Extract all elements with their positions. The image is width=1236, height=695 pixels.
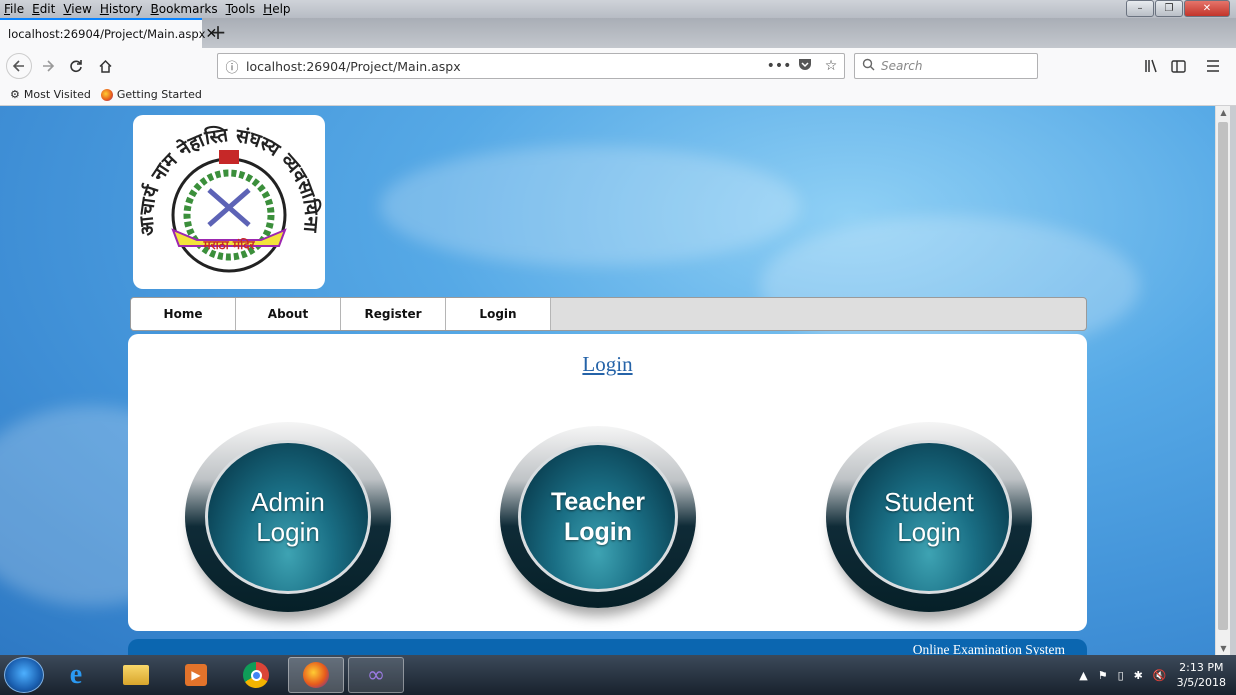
teacher-login-button[interactable]: Teacher Login <box>500 426 710 636</box>
student-login-button[interactable]: Student Login <box>826 422 1036 632</box>
library-icon[interactable] <box>1140 54 1164 78</box>
new-tab-button[interactable]: + <box>208 20 228 44</box>
site-logo[interactable]: आचार्य नाम नेहास्ति संघस्य व्यवसायिनाम् … <box>126 106 325 289</box>
background-cloud <box>380 146 800 266</box>
back-arrow-icon[interactable] <box>6 53 32 79</box>
orb-label-line2: Login <box>563 518 633 546</box>
menu-help[interactable]: Help <box>259 2 294 16</box>
action-center-flag-icon[interactable]: ⚑ <box>1098 669 1108 682</box>
firefox-taskbar-icon[interactable] <box>288 657 344 693</box>
bookmark-star-icon[interactable]: ☆ <box>818 58 844 74</box>
scrollbar-thumb[interactable] <box>1218 122 1228 630</box>
volume-muted-icon[interactable]: 🔇 <box>1153 669 1167 682</box>
logo-emblem-text: मराठा मंदिर <box>202 238 255 252</box>
menu-tools[interactable]: Tools <box>222 2 260 16</box>
pocket-icon[interactable] <box>792 58 818 75</box>
search-placeholder: Search <box>881 59 923 73</box>
menu-file[interactable]: File <box>0 2 28 16</box>
battery-icon[interactable]: ▯ <box>1118 669 1124 682</box>
orb-label-line1: Admin <box>251 487 325 517</box>
login-panel: Login Admin Login Teacher Login Student … <box>128 334 1087 631</box>
bookmarks-toolbar: ⚙ Most Visited Getting Started <box>0 84 1236 106</box>
tab-title: localhost:26904/Project/Main.aspx <box>8 27 206 41</box>
nav-login[interactable]: Login <box>446 298 551 330</box>
orb-label-line1: Student <box>884 487 974 517</box>
chrome-icon[interactable] <box>228 657 284 693</box>
clock-date: 3/5/2018 <box>1176 676 1226 689</box>
browser-tab[interactable]: localhost:26904/Project/Main.aspx ✕ <box>0 18 217 48</box>
orb-label-line2: Login <box>256 517 320 547</box>
address-bar[interactable]: ⓘ localhost:26904/Project/Main.aspx ••• … <box>217 53 845 79</box>
nav-bar: ⓘ localhost:26904/Project/Main.aspx ••• … <box>0 48 1236 84</box>
file-explorer-icon[interactable] <box>108 657 164 693</box>
firefox-icon <box>100 88 113 101</box>
clock-time: 2:13 PM <box>1179 661 1224 674</box>
page-actions-icon[interactable]: ••• <box>766 58 792 74</box>
orb-label-line2: Login <box>897 517 961 547</box>
reload-icon[interactable] <box>64 54 88 78</box>
sidebar-icon[interactable] <box>1166 54 1190 78</box>
gear-icon: ⚙ <box>10 88 20 101</box>
site-footer: Online Examination System <box>128 639 1087 655</box>
orb-label: Teacher Login <box>518 442 678 592</box>
bookmark-label: Getting Started <box>116 88 202 101</box>
network-icon[interactable]: ✱ <box>1134 669 1143 682</box>
media-player-icon[interactable]: ▶ <box>168 657 224 693</box>
search-icon <box>855 58 881 75</box>
login-heading-link[interactable]: Login <box>128 352 1087 377</box>
menu-bar: File Edit View History Bookmarks Tools H… <box>0 0 1236 18</box>
orb-label: Student Login <box>846 440 1012 594</box>
url-text[interactable]: localhost:26904/Project/Main.aspx <box>246 59 766 74</box>
nav-about[interactable]: About <box>236 298 341 330</box>
system-tray: ▲ ⚑ ▯ ✱ 🔇 2:13 PM 3/5/2018 <box>1079 655 1226 695</box>
restore-button[interactable]: ❐ <box>1155 0 1183 17</box>
window-controls: – ❐ ✕ <box>1126 0 1230 17</box>
internet-explorer-icon[interactable]: e <box>48 657 104 693</box>
close-window-button[interactable]: ✕ <box>1184 0 1230 17</box>
page-scrollbar[interactable]: ▲ ▼ <box>1215 106 1230 655</box>
scroll-down-arrow-icon[interactable]: ▼ <box>1216 644 1231 653</box>
site-info-icon[interactable]: ⓘ <box>218 57 246 76</box>
hamburger-menu-icon[interactable] <box>1201 54 1225 78</box>
nav-home[interactable]: Home <box>131 298 236 330</box>
scroll-up-arrow-icon[interactable]: ▲ <box>1216 108 1231 117</box>
menu-history[interactable]: History <box>96 2 147 16</box>
orb-label-line1: Teacher <box>550 488 646 516</box>
clock[interactable]: 2:13 PM 3/5/2018 <box>1177 660 1226 690</box>
menu-bookmarks[interactable]: Bookmarks <box>147 2 222 16</box>
nav-register[interactable]: Register <box>341 298 446 330</box>
bookmark-getting-started[interactable]: Getting Started <box>100 88 202 101</box>
visual-studio-icon[interactable]: ∞ <box>348 657 404 693</box>
menu-view[interactable]: View <box>59 2 95 16</box>
minimize-button[interactable]: – <box>1126 0 1154 17</box>
page-viewport: आचार्य नाम नेहास्ति संघस्य व्यवसायिनाम् … <box>0 106 1215 655</box>
forward-arrow-icon[interactable] <box>36 54 60 78</box>
logo-emblem: आचार्य नाम नेहास्ति संघस्य व्यवसायिनाम् … <box>126 106 323 273</box>
taskbar: e ▶ ∞ ▲ ⚑ ▯ ✱ 🔇 2:13 PM 3/5/2018 <box>0 655 1236 695</box>
bookmark-most-visited[interactable]: ⚙ Most Visited <box>10 88 91 101</box>
tab-strip: localhost:26904/Project/Main.aspx ✕ + <box>0 18 1236 48</box>
site-nav-menu: Home About Register Login <box>130 297 1087 331</box>
orb-label: Admin Login <box>205 440 371 594</box>
bookmark-label: Most Visited <box>23 88 91 101</box>
search-field[interactable]: Search <box>854 53 1038 79</box>
show-hidden-icons-icon[interactable]: ▲ <box>1079 669 1087 682</box>
start-button[interactable] <box>4 657 44 693</box>
admin-login-button[interactable]: Admin Login <box>185 422 395 632</box>
home-icon[interactable] <box>93 54 117 78</box>
menu-edit[interactable]: Edit <box>28 2 59 16</box>
